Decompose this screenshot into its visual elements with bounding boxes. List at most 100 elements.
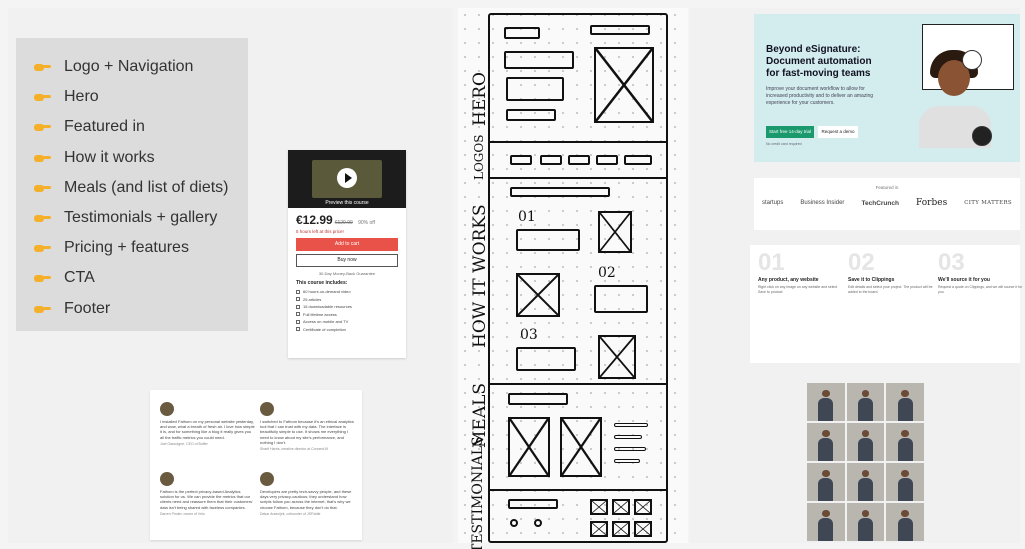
pointing-hand-icon	[34, 242, 52, 254]
discount: 90% off	[358, 220, 375, 226]
pointing-hand-icon	[34, 121, 52, 133]
nav-box	[590, 25, 650, 35]
left-panel: Logo + Navigation Hero Featured in How i…	[8, 8, 453, 543]
list-item: How it works	[34, 143, 248, 173]
add-to-cart-button[interactable]: Add to cart	[296, 238, 398, 251]
diet-list-line	[614, 447, 646, 451]
download-icon	[296, 304, 300, 309]
logo-placeholder	[568, 155, 590, 165]
avatar	[160, 402, 174, 416]
press-logo-business-insider: Business Insider	[800, 200, 845, 206]
step-text-box	[594, 285, 648, 313]
feature-item: 25 articles	[296, 296, 398, 304]
list-item: CTA	[34, 263, 248, 293]
gallery-photo	[807, 383, 845, 421]
section-list: Logo + Navigation Hero Featured in How i…	[16, 38, 248, 331]
button-box	[506, 109, 556, 121]
step-image-placeholder	[598, 335, 636, 379]
avatar	[160, 472, 174, 486]
buy-now-button[interactable]: Buy now	[296, 254, 398, 267]
esignature-hero: Beyond eSignature: Document automation f…	[754, 14, 1020, 162]
certificate-icon	[296, 327, 300, 331]
meal-card-placeholder	[560, 417, 602, 477]
list-item: Testimonials + gallery	[34, 203, 248, 233]
section-title-box	[508, 499, 558, 509]
right-panel: Beyond eSignature: Document automation f…	[690, 8, 1022, 543]
step-text-box	[516, 229, 580, 251]
gallery-photo	[846, 463, 885, 501]
pointing-hand-icon	[34, 152, 52, 164]
gallery-photo	[846, 383, 885, 421]
logo-placeholder	[596, 155, 618, 165]
list-item: Footer	[34, 294, 248, 324]
list-item: Featured in	[34, 112, 248, 142]
course-price: €12.99 €129.99 90% off	[296, 213, 375, 227]
hero-headline: Beyond eSignature: Document automation f…	[766, 44, 872, 79]
how-it-works-section: 01 Any product, any website Right click …	[750, 245, 1022, 363]
step-image-placeholder	[516, 273, 560, 317]
moodboard: Logo + Navigation Hero Featured in How i…	[0, 0, 1025, 549]
diet-list-line	[614, 459, 640, 463]
course-card: Preview this course €12.99 €129.99 90% of…	[288, 150, 406, 358]
no-credit-card-note: No credit card required	[766, 142, 802, 146]
preview-label: Preview this course	[325, 200, 369, 206]
step-number: 01	[518, 209, 536, 225]
people-gallery	[807, 383, 924, 541]
feature-item: 15 downloadable resources	[296, 303, 398, 311]
list-item: Hero	[34, 82, 248, 112]
step-number: 02	[598, 265, 616, 281]
text-box	[506, 77, 564, 101]
gallery-photo	[807, 463, 845, 501]
feature-item: Full lifetime access	[296, 311, 398, 319]
pointing-hand-icon	[34, 272, 52, 284]
featured-in-bar: Featured in startups Business Insider Te…	[754, 178, 1020, 230]
gallery-photo	[886, 383, 924, 421]
hero-subtext: Improve your document workflow to allow …	[766, 86, 874, 106]
feature-item: Access on mobile and TV	[296, 318, 398, 326]
press-logo-techcrunch: TechCrunch	[861, 199, 899, 207]
headline-box	[504, 51, 574, 69]
start-trial-button[interactable]: Start free 14-day trial	[766, 126, 814, 138]
course-preview[interactable]: Preview this course	[288, 150, 406, 208]
pointing-hand-icon	[34, 182, 52, 194]
gallery-placeholder	[612, 521, 630, 537]
guarantee-text: 30-Day Money-Back Guarantee	[318, 271, 376, 276]
wireframe-label-testimonials: TESTIMONIALS	[470, 436, 486, 549]
pointing-hand-icon	[34, 212, 52, 224]
gallery-photo	[846, 503, 885, 541]
gallery-photo	[886, 503, 924, 541]
testimonial: I switched to Fathom because it's an eth…	[260, 402, 355, 451]
logo-placeholder	[624, 155, 652, 165]
testimonial: Fathom is the perfect privacy-based Anal…	[160, 472, 255, 516]
feature-item: Certificate of completion	[296, 326, 398, 334]
pointing-hand-icon	[34, 91, 52, 103]
step-card: 01 Any product, any website Right click …	[758, 249, 838, 294]
gallery-placeholder	[590, 499, 608, 515]
gallery-photo	[807, 423, 845, 461]
gallery-placeholder	[634, 499, 652, 515]
avatar	[260, 402, 274, 416]
section-title-box	[508, 393, 568, 405]
testimonial: Developers are pretty tech-savvy people,…	[260, 472, 355, 516]
press-logo-forbes: Forbes	[916, 198, 948, 208]
section-title-box	[510, 187, 610, 197]
logo-placeholder	[510, 155, 532, 165]
avatar-placeholder	[534, 519, 542, 527]
wireframe-frame: 01 02 03	[488, 13, 668, 543]
play-icon[interactable]	[337, 168, 357, 188]
step-number: 03	[520, 327, 538, 343]
gallery-placeholder	[612, 499, 630, 515]
featured-in-label: Featured in	[875, 185, 899, 190]
diet-list-line	[614, 435, 642, 439]
hero-image-placeholder	[594, 47, 654, 123]
step-text-box	[516, 347, 576, 371]
step-card: 02 Save it to Clippings Edit details and…	[848, 249, 933, 294]
meal-card-placeholder	[508, 417, 550, 477]
gallery-photo	[807, 503, 845, 541]
press-logo-startups: startups	[762, 200, 784, 206]
video-icon	[296, 289, 300, 294]
step-card: 03 We'll source it for you Request a quo…	[938, 249, 1023, 294]
mobile-icon	[296, 319, 300, 324]
request-demo-button[interactable]: Request a demo	[818, 126, 858, 138]
includes-title: This course includes:	[296, 280, 348, 286]
